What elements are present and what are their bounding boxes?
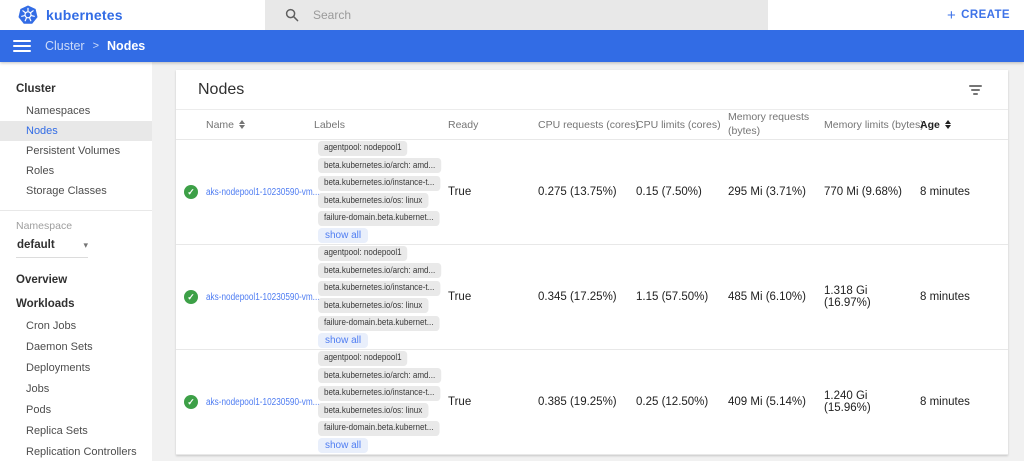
sidebar-divider bbox=[0, 210, 152, 211]
column-header-labels: Labels bbox=[314, 119, 448, 131]
sidebar-section-cluster: Cluster bbox=[0, 77, 152, 101]
column-header-age[interactable]: Age bbox=[920, 119, 1008, 131]
status-ok-icon: ✓ bbox=[184, 185, 198, 199]
label-chip: beta.kubernetes.io/arch: amd... bbox=[318, 158, 441, 173]
label-chip: beta.kubernetes.io/instance-t... bbox=[318, 386, 440, 401]
memory-requests-value: 409 Mi (5.14%) bbox=[728, 396, 824, 408]
memory-requests-value: 485 Mi (6.10%) bbox=[728, 291, 824, 303]
age-value: 8 minutes bbox=[920, 291, 1008, 303]
show-all-button[interactable]: show all bbox=[318, 333, 368, 348]
label-chip: failure-domain.beta.kubernet... bbox=[318, 421, 439, 436]
sort-icon bbox=[945, 120, 951, 129]
label-chip: beta.kubernetes.io/os: linux bbox=[318, 403, 428, 418]
page-title: Nodes bbox=[198, 81, 244, 99]
column-header-memory-requests: Memory requests (bytes) bbox=[728, 111, 824, 137]
label-chip: agentpool: nodepool1 bbox=[318, 141, 408, 156]
breadcrumb: Cluster > Nodes bbox=[45, 39, 145, 53]
sidebar-item-deployments[interactable]: Deployments bbox=[0, 358, 152, 379]
column-header-ready: Ready bbox=[448, 119, 538, 131]
column-header-name[interactable]: Name bbox=[206, 119, 314, 131]
search-input[interactable] bbox=[313, 8, 693, 22]
label-chip: failure-domain.beta.kubernet... bbox=[318, 316, 439, 331]
status-ok-icon: ✓ bbox=[184, 395, 198, 409]
sidebar-item-pods[interactable]: Pods bbox=[0, 400, 152, 421]
menu-icon[interactable] bbox=[13, 40, 31, 52]
sidebar-item-namespaces[interactable]: Namespaces bbox=[0, 101, 152, 121]
labels-cell: agentpool: nodepool1 beta.kubernetes.io/… bbox=[314, 140, 448, 244]
sidebar-item-replica-sets[interactable]: Replica Sets bbox=[0, 421, 152, 442]
label-chip: beta.kubernetes.io/os: linux bbox=[318, 193, 428, 208]
sidebar-item-daemon-sets[interactable]: Daemon Sets bbox=[0, 337, 152, 358]
memory-requests-value: 295 Mi (3.71%) bbox=[728, 186, 824, 198]
cpu-requests-value: 0.345 (17.25%) bbox=[538, 291, 636, 303]
label-chip: beta.kubernetes.io/arch: amd... bbox=[318, 368, 441, 383]
plus-icon: + bbox=[947, 8, 956, 23]
table-row: ✓ aks-nodepool1-10230590-vm... agentpool… bbox=[176, 245, 1008, 350]
show-all-button[interactable]: show all bbox=[318, 438, 368, 453]
sidebar-item-persistent-volumes[interactable]: Persistent Volumes bbox=[0, 141, 152, 161]
breadcrumb-current-nodes: Nodes bbox=[107, 39, 145, 53]
search-icon bbox=[285, 8, 299, 22]
sidebar: Cluster Namespaces Nodes Persistent Volu… bbox=[0, 62, 152, 461]
namespace-select[interactable]: default ▾ bbox=[16, 239, 88, 258]
sidebar-item-replication-controllers[interactable]: Replication Controllers bbox=[0, 442, 152, 461]
sidebar-item-nodes[interactable]: Nodes bbox=[0, 121, 152, 141]
chevron-down-icon: ▾ bbox=[83, 240, 88, 251]
top-bar: kubernetes + CREATE bbox=[0, 0, 1024, 30]
memory-limits-value: 1.240 Gi (15.96%) bbox=[824, 390, 920, 414]
create-button[interactable]: + CREATE bbox=[947, 0, 1010, 30]
cpu-limits-value: 1.15 (57.50%) bbox=[636, 291, 728, 303]
label-chip: failure-domain.beta.kubernet... bbox=[318, 211, 439, 226]
label-chip: beta.kubernetes.io/arch: amd... bbox=[318, 263, 441, 278]
label-chip: agentpool: nodepool1 bbox=[318, 351, 408, 366]
filter-icon[interactable] bbox=[965, 81, 986, 99]
brand: kubernetes bbox=[18, 0, 123, 30]
brand-name: kubernetes bbox=[46, 7, 123, 23]
cpu-requests-value: 0.275 (13.75%) bbox=[538, 186, 636, 198]
status-ok-icon: ✓ bbox=[184, 290, 198, 304]
table-row: ✓ aks-nodepool1-10230590-vm... agentpool… bbox=[176, 350, 1008, 455]
ready-value: True bbox=[448, 396, 538, 408]
labels-cell: agentpool: nodepool1 beta.kubernetes.io/… bbox=[314, 350, 448, 454]
labels-cell: agentpool: nodepool1 beta.kubernetes.io/… bbox=[314, 245, 448, 349]
cpu-limits-value: 0.25 (12.50%) bbox=[636, 396, 728, 408]
ready-value: True bbox=[448, 291, 538, 303]
breadcrumb-cluster[interactable]: Cluster bbox=[45, 39, 85, 53]
cpu-limits-value: 0.15 (7.50%) bbox=[636, 186, 728, 198]
age-value: 8 minutes bbox=[920, 186, 1008, 198]
breadcrumb-separator: > bbox=[93, 40, 99, 52]
column-header-cpu-limits: CPU limits (cores) bbox=[636, 119, 728, 131]
sidebar-section-workloads: Workloads bbox=[0, 292, 152, 316]
ready-value: True bbox=[448, 186, 538, 198]
sidebar-item-storage-classes[interactable]: Storage Classes bbox=[0, 181, 152, 201]
search-bar[interactable] bbox=[265, 0, 768, 30]
kubernetes-logo-icon bbox=[18, 5, 38, 25]
table-header-row: Name Labels Ready CPU requests (cores) C… bbox=[176, 110, 1008, 140]
sort-icon bbox=[239, 120, 245, 129]
sidebar-item-jobs[interactable]: Jobs bbox=[0, 379, 152, 400]
create-button-label: CREATE bbox=[961, 9, 1010, 21]
memory-limits-value: 1.318 Gi (16.97%) bbox=[824, 285, 920, 309]
label-chip: beta.kubernetes.io/instance-t... bbox=[318, 281, 440, 296]
sidebar-item-overview[interactable]: Overview bbox=[0, 268, 152, 292]
label-chip: beta.kubernetes.io/os: linux bbox=[318, 298, 428, 313]
node-name-link[interactable]: aks-nodepool1-10230590-vm... bbox=[206, 292, 320, 303]
sidebar-item-cron-jobs[interactable]: Cron Jobs bbox=[0, 316, 152, 337]
label-chip: beta.kubernetes.io/instance-t... bbox=[318, 176, 440, 191]
show-all-button[interactable]: show all bbox=[318, 228, 368, 243]
node-name-link[interactable]: aks-nodepool1-10230590-vm... bbox=[206, 187, 320, 198]
table-row: ✓ aks-nodepool1-10230590-vm... agentpool… bbox=[176, 140, 1008, 245]
namespace-label: Namespace bbox=[0, 220, 152, 232]
breadcrumb-bar: Cluster > Nodes bbox=[0, 30, 1024, 62]
nodes-card: Nodes Name Labels Ready CPU requests (co… bbox=[176, 70, 1008, 455]
cpu-requests-value: 0.385 (19.25%) bbox=[538, 396, 636, 408]
age-value: 8 minutes bbox=[920, 396, 1008, 408]
column-header-cpu-requests: CPU requests (cores) bbox=[538, 119, 636, 131]
column-header-memory-limits: Memory limits (bytes) bbox=[824, 119, 920, 131]
node-name-link[interactable]: aks-nodepool1-10230590-vm... bbox=[206, 397, 320, 408]
label-chip: agentpool: nodepool1 bbox=[318, 246, 408, 261]
namespace-selected-value: default bbox=[17, 239, 55, 251]
sidebar-item-roles[interactable]: Roles bbox=[0, 161, 152, 181]
memory-limits-value: 770 Mi (9.68%) bbox=[824, 186, 920, 198]
